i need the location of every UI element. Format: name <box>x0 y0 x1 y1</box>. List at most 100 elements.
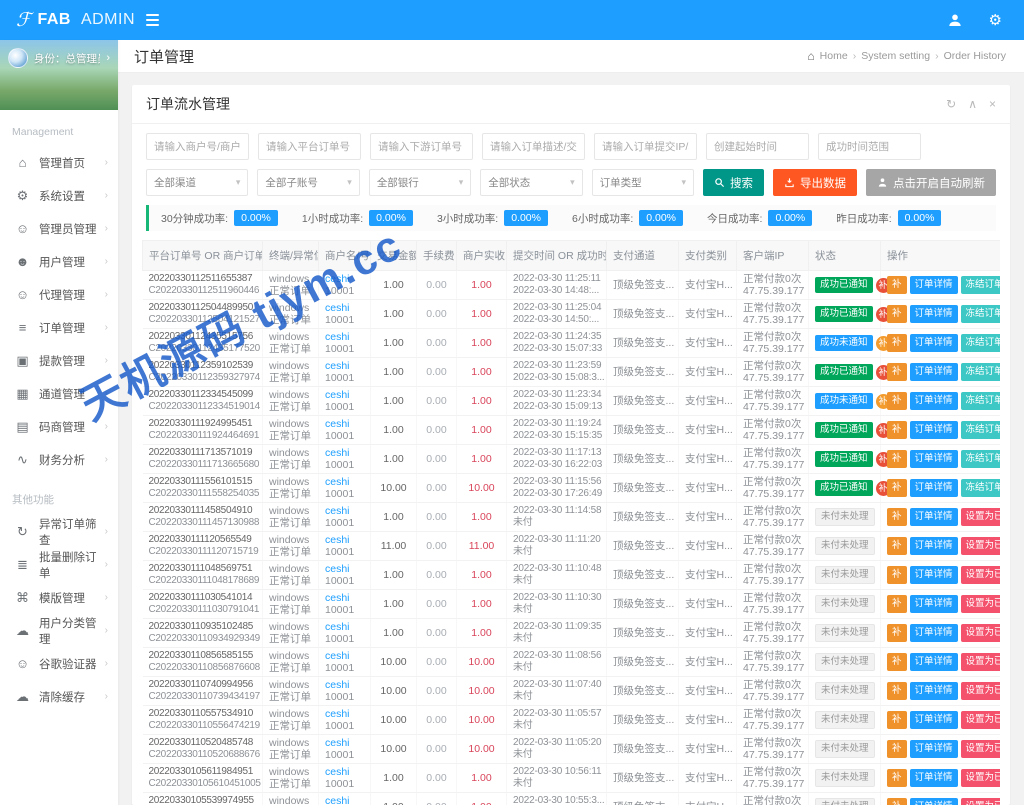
user-profile-row[interactable]: 身份：总管理员 › <box>8 48 110 68</box>
order-detail-button[interactable]: 订单详情 <box>909 421 958 439</box>
merchant-name-link[interactable]: ceshi <box>325 476 364 488</box>
order-detail-button[interactable]: 订单详情 <box>909 305 958 323</box>
patch-button[interactable]: 补 <box>887 363 907 381</box>
patch-button[interactable]: 补 <box>887 595 907 613</box>
order-detail-button[interactable]: 订单详情 <box>909 479 958 497</box>
patch-button[interactable]: 补 <box>887 305 907 323</box>
sidebar-item-finance-chart[interactable]: ∿ 财务分析 › <box>0 443 118 476</box>
auto-refresh-button[interactable]: 点击开启自动刷新 <box>866 169 997 196</box>
export-data-button[interactable]: 导出数据 <box>773 169 858 196</box>
order-detail-button[interactable]: 订单详情 <box>909 450 958 468</box>
merchant-name-link[interactable]: ceshi <box>325 679 364 691</box>
patch-button[interactable]: 补 <box>887 334 907 352</box>
filter-input-3[interactable] <box>482 133 585 160</box>
set-paid-button[interactable]: 设置为已支付 <box>960 740 1000 758</box>
order-detail-button[interactable]: 订单详情 <box>909 682 958 700</box>
set-paid-button[interactable]: 设置为已支付 <box>960 653 1000 671</box>
merchant-name-link[interactable]: ceshi <box>325 592 364 604</box>
set-paid-button[interactable]: 设置为已支付 <box>960 508 1000 526</box>
sidebar-item-channel-bank[interactable]: ▦ 通道管理 › <box>0 377 118 410</box>
freeze-order-button[interactable]: 冻结订单 <box>960 363 1000 381</box>
filter-input-1[interactable] <box>258 133 361 160</box>
order-detail-button[interactable]: 订单详情 <box>909 711 958 729</box>
patch-button[interactable]: 补 <box>887 711 907 729</box>
set-paid-button[interactable]: 设置为已支付 <box>960 624 1000 642</box>
merchant-name-link[interactable]: ceshi <box>325 389 364 401</box>
sidebar-item-order-list[interactable]: ≡ 订单管理 › <box>0 311 118 344</box>
sidebar-item-authenticator-user[interactable]: ☺ 谷歌验证器 › <box>0 647 118 680</box>
order-detail-button[interactable]: 订单详情 <box>909 566 958 584</box>
merchant-name-link[interactable]: ceshi <box>325 418 364 430</box>
patch-button[interactable]: 补 <box>887 682 907 700</box>
set-paid-button[interactable]: 设置为已支付 <box>960 595 1000 613</box>
freeze-order-button[interactable]: 冻结订单 <box>960 334 1000 352</box>
patch-button[interactable]: 补 <box>887 450 907 468</box>
patch-button[interactable]: 补 <box>887 421 907 439</box>
merchant-name-link[interactable]: ceshi <box>325 621 364 633</box>
merchant-name-link[interactable]: ceshi <box>325 795 364 805</box>
freeze-order-button[interactable]: 冻结订单 <box>960 421 1000 439</box>
order-detail-button[interactable]: 订单详情 <box>909 334 958 352</box>
gear-icon[interactable]: ⚙ <box>989 13 1002 28</box>
merchant-name-link[interactable]: ceshi <box>325 273 364 285</box>
sidebar-item-home[interactable]: ⌂ 管理首页 › <box>0 146 118 179</box>
merchant-name-link[interactable]: ceshi <box>325 563 364 575</box>
search-button[interactable]: 搜索 <box>703 169 765 196</box>
set-paid-button[interactable]: 设置为已支付 <box>960 682 1000 700</box>
user-icon[interactable] <box>947 12 963 28</box>
order-detail-button[interactable]: 订单详情 <box>909 537 958 555</box>
order-detail-button[interactable]: 订单详情 <box>909 740 958 758</box>
patch-button[interactable]: 补 <box>887 566 907 584</box>
set-paid-button[interactable]: 设置为已支付 <box>960 566 1000 584</box>
merchant-name-link[interactable]: ceshi <box>325 505 364 517</box>
order-detail-button[interactable]: 订单详情 <box>909 392 958 410</box>
patch-button[interactable]: 补 <box>887 508 907 526</box>
order-detail-button[interactable]: 订单详情 <box>909 595 958 613</box>
patch-button[interactable]: 补 <box>887 479 907 497</box>
order-detail-button[interactable]: 订单详情 <box>909 798 958 805</box>
filter-input-5[interactable] <box>706 133 809 160</box>
set-paid-button[interactable]: 设置为已支付 <box>960 537 1000 555</box>
panel-refresh-icon[interactable]: ↻ <box>946 97 956 111</box>
patch-button[interactable]: 补 <box>887 769 907 787</box>
patch-button[interactable]: 补 <box>887 798 907 805</box>
order-detail-button[interactable]: 订单详情 <box>909 508 958 526</box>
patch-button[interactable]: 补 <box>887 653 907 671</box>
merchant-name-link[interactable]: ceshi <box>325 766 364 778</box>
sidebar-item-cache-cloud[interactable]: ☁ 清除缓存 › <box>0 680 118 713</box>
filter-select-3[interactable]: 全部状态 ▾ <box>480 169 583 196</box>
panel-close-icon[interactable]: × <box>989 97 996 111</box>
set-paid-button[interactable]: 设置为已支付 <box>960 711 1000 729</box>
patch-button[interactable]: 补 <box>887 624 907 642</box>
sidebar-item-admin-user[interactable]: ☺ 管理员管理 › <box>0 212 118 245</box>
order-detail-button[interactable]: 订单详情 <box>909 769 958 787</box>
merchant-name-link[interactable]: ceshi <box>325 737 364 749</box>
merchant-name-link[interactable]: ceshi <box>325 447 364 459</box>
filter-input-0[interactable] <box>146 133 249 160</box>
patch-button[interactable]: 补 <box>887 392 907 410</box>
merchant-name-link[interactable]: ceshi <box>325 534 364 546</box>
merchant-name-link[interactable]: ceshi <box>325 302 364 314</box>
filter-input-6[interactable] <box>818 133 921 160</box>
sidebar-item-agent-user[interactable]: ☺ 代理管理 › <box>0 278 118 311</box>
breadcrumb-home[interactable]: Home <box>820 50 848 62</box>
merchant-name-link[interactable]: ceshi <box>325 708 364 720</box>
filter-input-4[interactable] <box>594 133 697 160</box>
patch-button[interactable]: 补 <box>887 537 907 555</box>
merchant-name-link[interactable]: ceshi <box>325 331 364 343</box>
set-paid-button[interactable]: 设置为已支付 <box>960 769 1000 787</box>
order-detail-button[interactable]: 订单详情 <box>909 624 958 642</box>
sidebar-item-user-category-cloud[interactable]: ☁ 用户分类管理 › <box>0 614 118 647</box>
freeze-order-button[interactable]: 冻结订单 <box>960 276 1000 294</box>
merchant-name-link[interactable]: ceshi <box>325 360 364 372</box>
freeze-order-button[interactable]: 冻结订单 <box>960 479 1000 497</box>
filter-select-4[interactable]: 订单类型 ▾ <box>591 169 695 196</box>
sidebar-item-gears[interactable]: ⚙ 系统设置 › <box>0 179 118 212</box>
order-detail-button[interactable]: 订单详情 <box>909 276 958 294</box>
filter-select-0[interactable]: 全部渠道 ▾ <box>146 169 249 196</box>
sidebar-item-refresh[interactable]: ↻ 异常订单筛查 › <box>0 515 118 548</box>
filter-select-1[interactable]: 全部子账号 ▾ <box>257 169 360 196</box>
order-detail-button[interactable]: 订单详情 <box>909 363 958 381</box>
filter-input-2[interactable] <box>370 133 473 160</box>
sidebar-item-withdraw-safe[interactable]: ▣ 提款管理 › <box>0 344 118 377</box>
